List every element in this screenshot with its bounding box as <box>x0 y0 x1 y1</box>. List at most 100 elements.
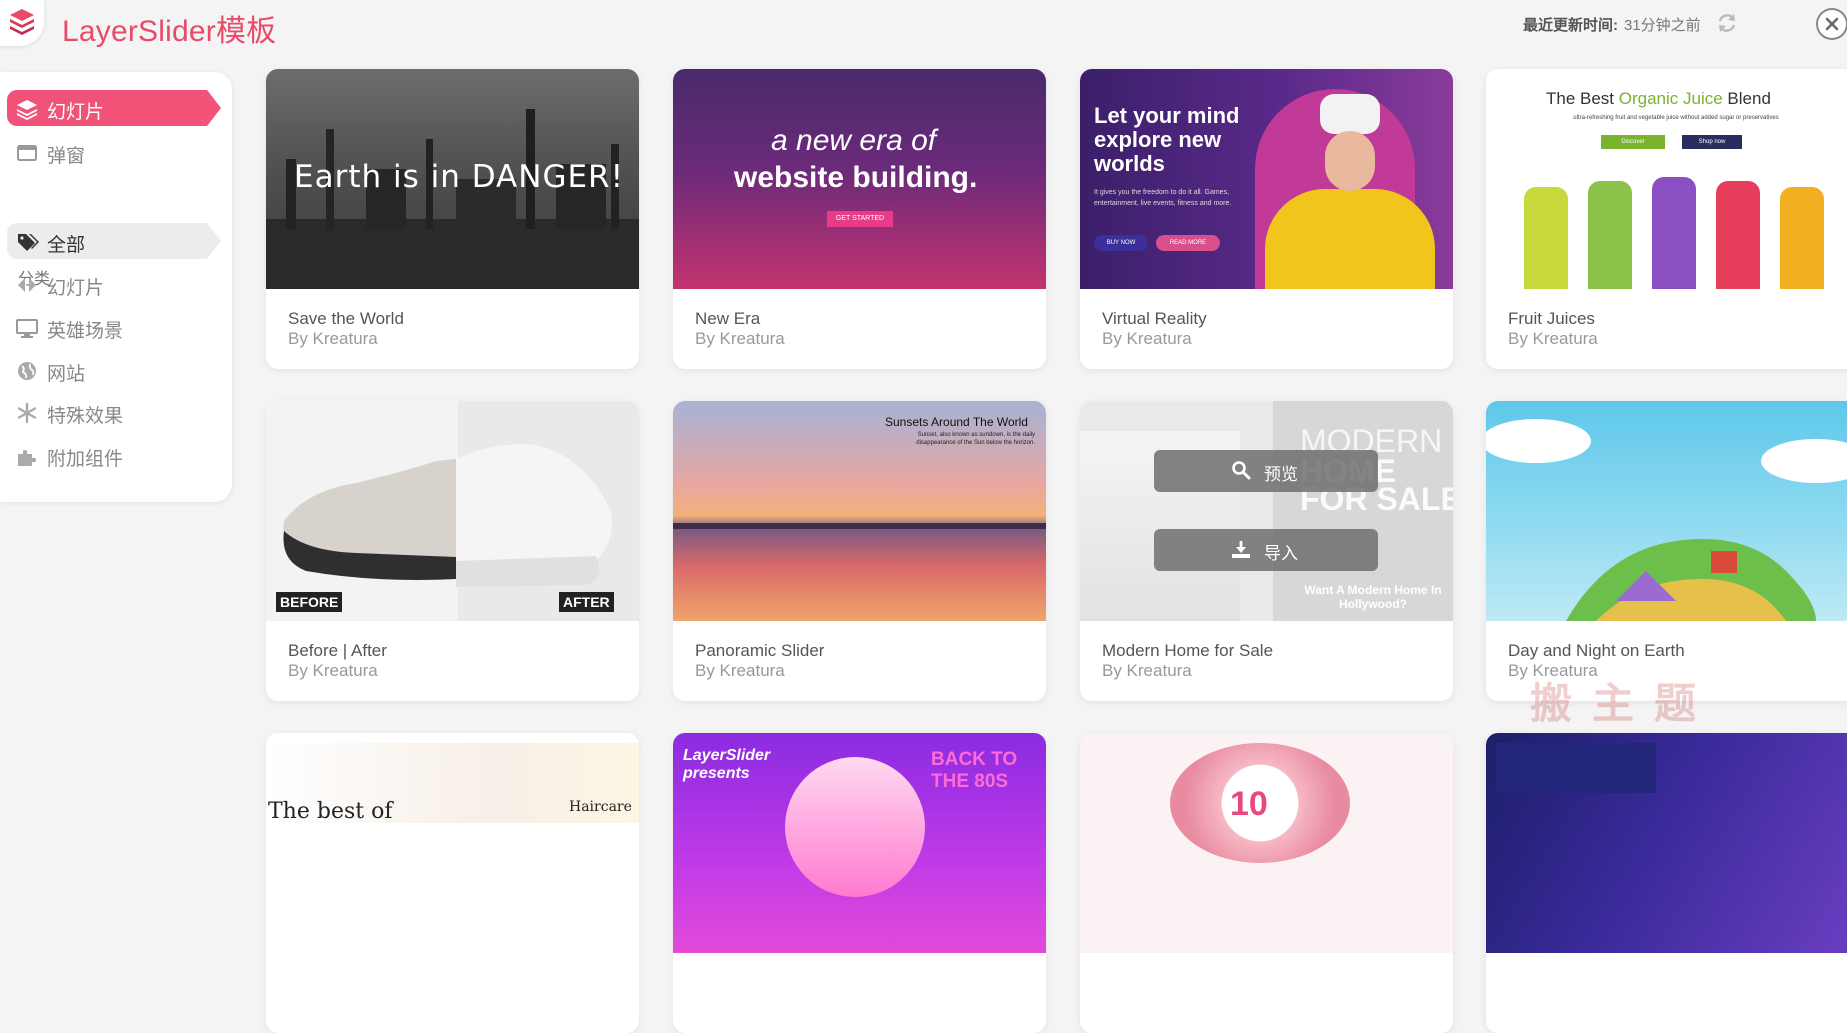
thumb-line1: a new era of <box>771 124 937 157</box>
layerslider-logo <box>0 0 44 46</box>
last-update-value: 31分钟之前 <box>1624 17 1701 34</box>
import-label: 导入 <box>1264 544 1298 563</box>
thumb-subtitle: Sunset, also known as sundown, is the da… <box>916 432 1035 446</box>
juice-bottle <box>1652 177 1696 289</box>
thumb-headline: Let your mind explore new worlds <box>1094 103 1240 176</box>
template-card-hovered[interactable]: MODERN HOME FOR SALE Want A Modern Home … <box>1080 401 1453 701</box>
thumb-presents: LayerSlider presents <box>683 747 771 782</box>
template-thumbnail[interactable]: Let your mind explore new worlds It give… <box>1080 69 1453 289</box>
template-thumbnail[interactable]: The Best Organic Juice Blend ultra-refre… <box>1486 69 1847 289</box>
category-label: 幻灯片 <box>47 278 105 299</box>
juice-bottle <box>1780 187 1824 289</box>
abstract-panel <box>1496 743 1656 793</box>
last-update: 最近更新时间: 31分钟之前 <box>1523 14 1701 35</box>
card-title: Panoramic Slider <box>695 641 825 660</box>
template-thumbnail[interactable]: Earth is in DANGER! <box>266 69 639 289</box>
card-title: Fruit Juices <box>1508 309 1595 328</box>
thumb-get-started-button: GET STARTED <box>827 211 893 227</box>
thumb-subtitle: It gives you the freedom to do it all. G… <box>1094 189 1232 207</box>
template-card[interactable]: Earth is in DANGER! Save the World By Kr… <box>266 69 639 369</box>
thumb-subtitle: ultra-refreshing fruit and vegetable jui… <box>1573 115 1779 121</box>
template-thumbnail[interactable]: Sunsets Around The World Sunset, also kn… <box>673 401 1046 621</box>
category-label: 特殊效果 <box>47 406 124 427</box>
template-card[interactable]: Let your mind explore new worlds It give… <box>1080 69 1453 369</box>
juice-bottle <box>1716 181 1760 289</box>
template-card[interactable] <box>1486 733 1847 1033</box>
template-thumbnail[interactable]: The best of Haircare <box>266 733 639 953</box>
template-card[interactable]: a new era of website building. GET START… <box>673 69 1046 369</box>
template-thumbnail[interactable] <box>1486 401 1847 621</box>
close-button[interactable] <box>1818 10 1846 38</box>
search-icon <box>1231 460 1251 485</box>
preview-button[interactable]: 预览 <box>1154 450 1378 492</box>
template-thumbnail[interactable]: MODERN HOME FOR SALE Want A Modern Home … <box>1080 401 1453 621</box>
page-title: LayerSlider模板 <box>62 15 277 48</box>
puzzle-icon <box>16 445 38 467</box>
category-hero-scenes[interactable]: 英雄场景 <box>7 309 221 345</box>
template-card[interactable]: The Best Organic Juice Blend ultra-refre… <box>1486 69 1847 369</box>
tags-icon <box>16 231 39 253</box>
globe-icon <box>16 360 38 382</box>
template-card[interactable]: The best of Haircare <box>266 733 639 1033</box>
card-author: By Kreatura <box>1102 661 1192 680</box>
category-addons[interactable]: 附加组件 <box>7 437 221 473</box>
card-title: Day and Night on Earth <box>1508 641 1685 660</box>
thumb-discover-button: Discover <box>1601 135 1665 149</box>
preview-label: 预览 <box>1264 465 1298 484</box>
thumb-headline: The best of <box>268 799 393 824</box>
vr-face <box>1325 131 1375 191</box>
thumb-line2: website building. <box>734 161 978 194</box>
thumb-read-button: READ MORE <box>1156 235 1220 251</box>
horizon-line <box>673 523 1046 529</box>
sneaker-illustration <box>283 444 612 587</box>
header: LayerSlider模板 最近更新时间: 31分钟之前 <box>0 0 1847 56</box>
layers-icon <box>16 98 38 120</box>
after-label: AFTER <box>559 592 614 612</box>
template-card[interactable]: Sunsets Around The World Sunset, also kn… <box>673 401 1046 701</box>
thumb-tag: Haircare <box>569 799 632 815</box>
category-label: 网站 <box>47 364 86 385</box>
sidebar-item-popups[interactable]: 弹窗 <box>7 134 221 170</box>
before-label: BEFORE <box>276 592 343 612</box>
card-author: By Kreatura <box>288 661 378 680</box>
last-update-label: 最近更新时间: <box>1523 17 1618 34</box>
hover-overlay <box>1080 401 1453 621</box>
card-title: Save the World <box>288 309 404 328</box>
template-thumbnail[interactable]: BEFORE AFTER <box>266 401 639 621</box>
juice-bottle <box>1524 187 1568 289</box>
category-websites[interactable]: 网站 <box>7 352 221 388</box>
thumb-shop-button: Shop now <box>1682 135 1742 149</box>
template-card[interactable]: LayerSlider presents BACK TO THE 80S <box>673 733 1046 1033</box>
refresh-icon[interactable] <box>1716 12 1740 36</box>
sidebar-item-sliders[interactable]: 幻灯片 <box>7 90 221 126</box>
watermark: 搬主题 <box>1530 680 1717 727</box>
template-thumbnail[interactable] <box>1486 733 1847 953</box>
template-thumbnail[interactable]: a new era of website building. GET START… <box>673 69 1046 289</box>
card-title: New Era <box>695 309 761 328</box>
vr-person-sweater <box>1265 189 1435 289</box>
category-all[interactable]: 全部 <box>7 223 221 259</box>
thumb-headline: Earth is in DANGER! <box>294 159 625 195</box>
sidebar-item-label: 幻灯片 <box>47 102 105 123</box>
thumb-number: 10 <box>1230 785 1268 823</box>
card-author: By Kreatura <box>695 329 785 348</box>
category-sliders[interactable]: 幻灯片 <box>7 266 221 302</box>
template-card[interactable]: 10 <box>1080 733 1453 1033</box>
download-icon <box>1231 539 1251 564</box>
island-illustration <box>1486 419 1847 621</box>
template-card[interactable]: Day and Night on Earth By Kreatura <box>1486 401 1847 701</box>
desktop-icon <box>16 317 38 339</box>
import-button[interactable]: 导入 <box>1154 529 1378 571</box>
template-thumbnail[interactable]: LayerSlider presents BACK TO THE 80S <box>673 733 1046 953</box>
template-thumbnail[interactable]: 10 <box>1080 733 1453 953</box>
category-special-effects[interactable]: 特殊效果 <box>7 394 221 430</box>
thumb-buy-button: BUY NOW <box>1094 235 1148 251</box>
card-author: By Kreatura <box>695 661 785 680</box>
category-label: 英雄场景 <box>47 321 124 342</box>
sidebar: 幻灯片 弹窗 分类 全部 幻灯片 英雄场景 网站 特殊效果 附加组件 <box>0 72 232 502</box>
card-title: Modern Home for Sale <box>1102 641 1274 660</box>
category-label: 全部 <box>47 235 86 256</box>
vr-headset <box>1320 94 1380 134</box>
template-card[interactable]: BEFORE AFTER Before | After By Kreatura <box>266 401 639 701</box>
arrows-icon <box>16 274 38 296</box>
